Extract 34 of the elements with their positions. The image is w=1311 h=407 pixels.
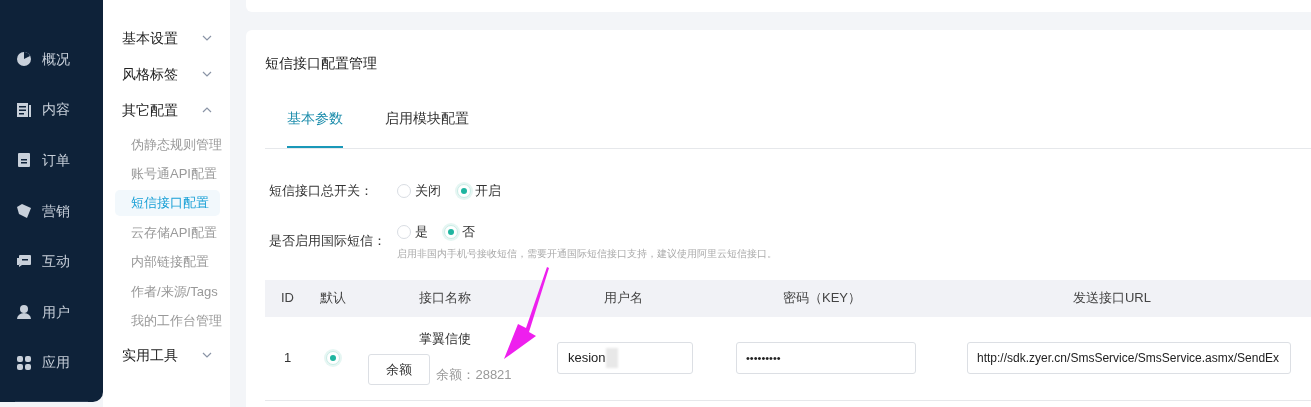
- password-field[interactable]: •••••••••: [736, 342, 916, 374]
- nav-item[interactable]: 概况: [0, 34, 103, 85]
- radio-label: 否: [462, 223, 475, 241]
- table-cell-text: 1: [282, 349, 293, 368]
- balance-text: 余额：28821: [436, 366, 512, 384]
- column-header: 发送接口URL: [1072, 289, 1152, 308]
- column-header: ID: [280, 289, 295, 308]
- nav-item[interactable]: 营销: [0, 185, 103, 237]
- nav-item[interactable]: 用户: [0, 286, 103, 338]
- column-header: 密码（KEY）: [782, 289, 862, 308]
- nav-item[interactable]: 互动: [0, 236, 103, 287]
- radio-label: 是: [415, 223, 428, 241]
- url-field[interactable]: http://sdk.zyer.cn/SmsService/SmsService.asmx/SendEx: [967, 342, 1291, 374]
- form-label: 短信接口总开关：: [269, 182, 374, 201]
- nav-item[interactable]: 应用: [0, 337, 103, 389]
- username-field[interactable]: kesion: [557, 342, 693, 374]
- radio-label: 关闭: [415, 182, 441, 201]
- tab[interactable]: 启用模块配置: [385, 107, 469, 148]
- menu-group[interactable]: 实用工具: [113, 337, 220, 374]
- balance-button[interactable]: 余额: [368, 354, 431, 386]
- column-header: 接口名称: [418, 289, 472, 308]
- form-label: 是否启用国际短信：: [269, 232, 387, 250]
- hint-text: 启用非国内手机号接收短信，需要开通国际短信接口支持，建议使用阿里云短信接口。: [397, 246, 777, 261]
- column-header: 默认: [318, 289, 347, 308]
- table-cell-text: 掌翼信使: [419, 329, 471, 348]
- menu-group[interactable]: 其它配置: [113, 92, 220, 128]
- radio-label: 开启: [475, 182, 501, 201]
- nav-item[interactable]: 订单: [0, 135, 103, 186]
- menu-group[interactable]: 风格标签: [113, 56, 220, 92]
- column-header: 用户名: [602, 289, 644, 308]
- menu-group[interactable]: 基本设置: [113, 20, 220, 56]
- tab[interactable]: 基本参数: [287, 107, 343, 148]
- panel-title: 短信接口配置管理: [265, 55, 378, 71]
- nav-item[interactable]: 内容: [0, 84, 103, 136]
